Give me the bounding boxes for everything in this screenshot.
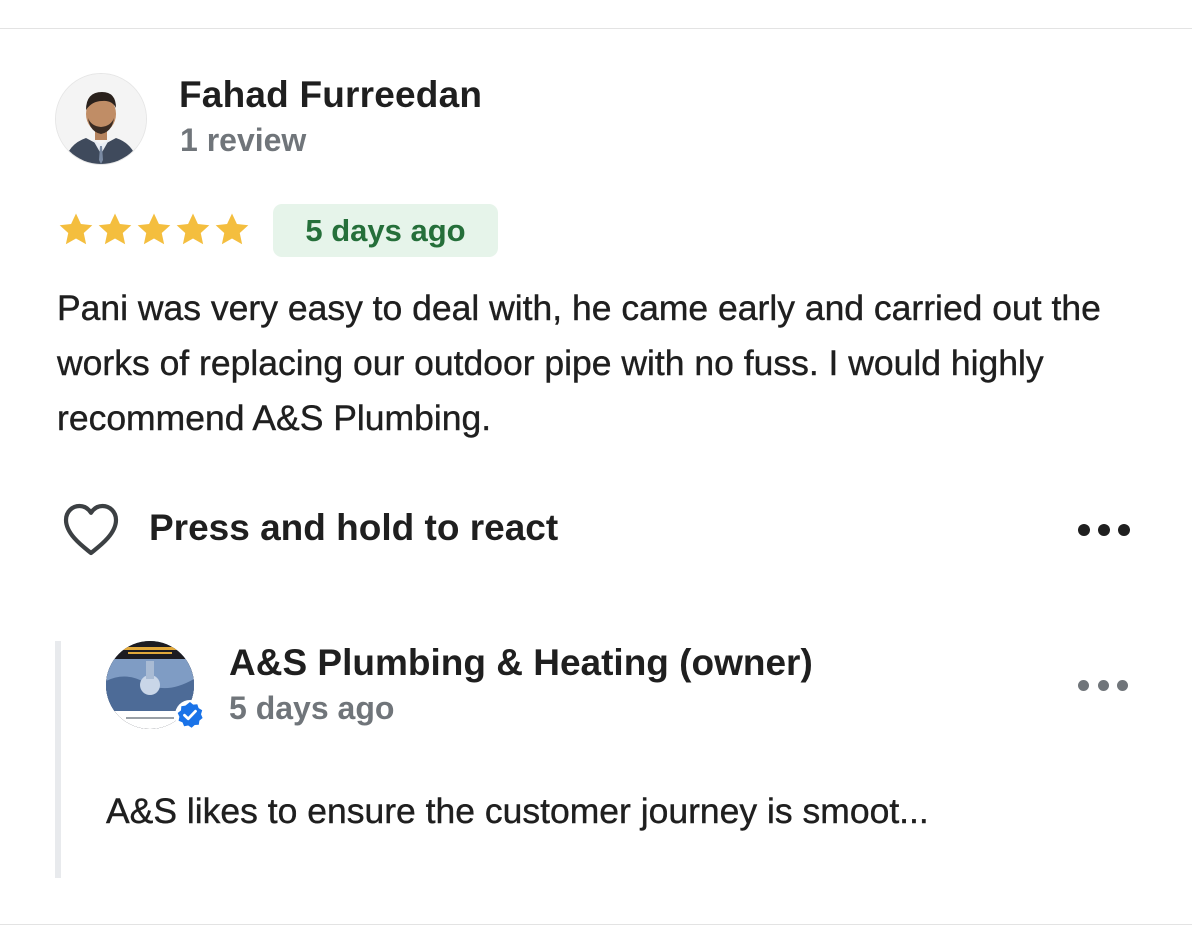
more-options-icon[interactable] [1078, 518, 1130, 542]
more-dot [1078, 524, 1090, 536]
owner-name: A&S Plumbing & Heating (owner) [229, 642, 813, 683]
star-icon [215, 213, 249, 245]
star-icon [98, 213, 132, 245]
star-icon [59, 213, 93, 245]
reviewer-review-count: 1 review [180, 122, 307, 158]
reviewer-name[interactable]: Fahad Furreedan [179, 74, 482, 116]
owner-more-options-icon[interactable] [1078, 673, 1128, 697]
review-text: Pani was very easy to deal with, he came… [57, 288, 1101, 438]
owner-reply-date: 5 days ago [229, 690, 395, 726]
top-divider [0, 28, 1192, 29]
more-dot [1078, 679, 1089, 691]
heart-outline-icon[interactable] [61, 502, 121, 558]
reviewer-avatar[interactable] [55, 73, 147, 165]
owner-reply-text[interactable]: A&S likes to ensure the customer journey… [106, 787, 1116, 835]
more-dot [1118, 524, 1130, 536]
star-icon [137, 213, 171, 245]
verified-badge-icon [174, 699, 206, 731]
more-dot [1117, 679, 1128, 691]
review-date-badge: 5 days ago [273, 204, 498, 257]
star-rating [57, 208, 251, 252]
bottom-divider [0, 924, 1192, 925]
star-icon [176, 213, 210, 245]
reply-rail [55, 641, 61, 878]
more-dot [1098, 524, 1110, 536]
react-label[interactable]: Press and hold to react [149, 507, 558, 549]
more-dot [1097, 679, 1109, 691]
person-photo-icon [56, 74, 146, 164]
